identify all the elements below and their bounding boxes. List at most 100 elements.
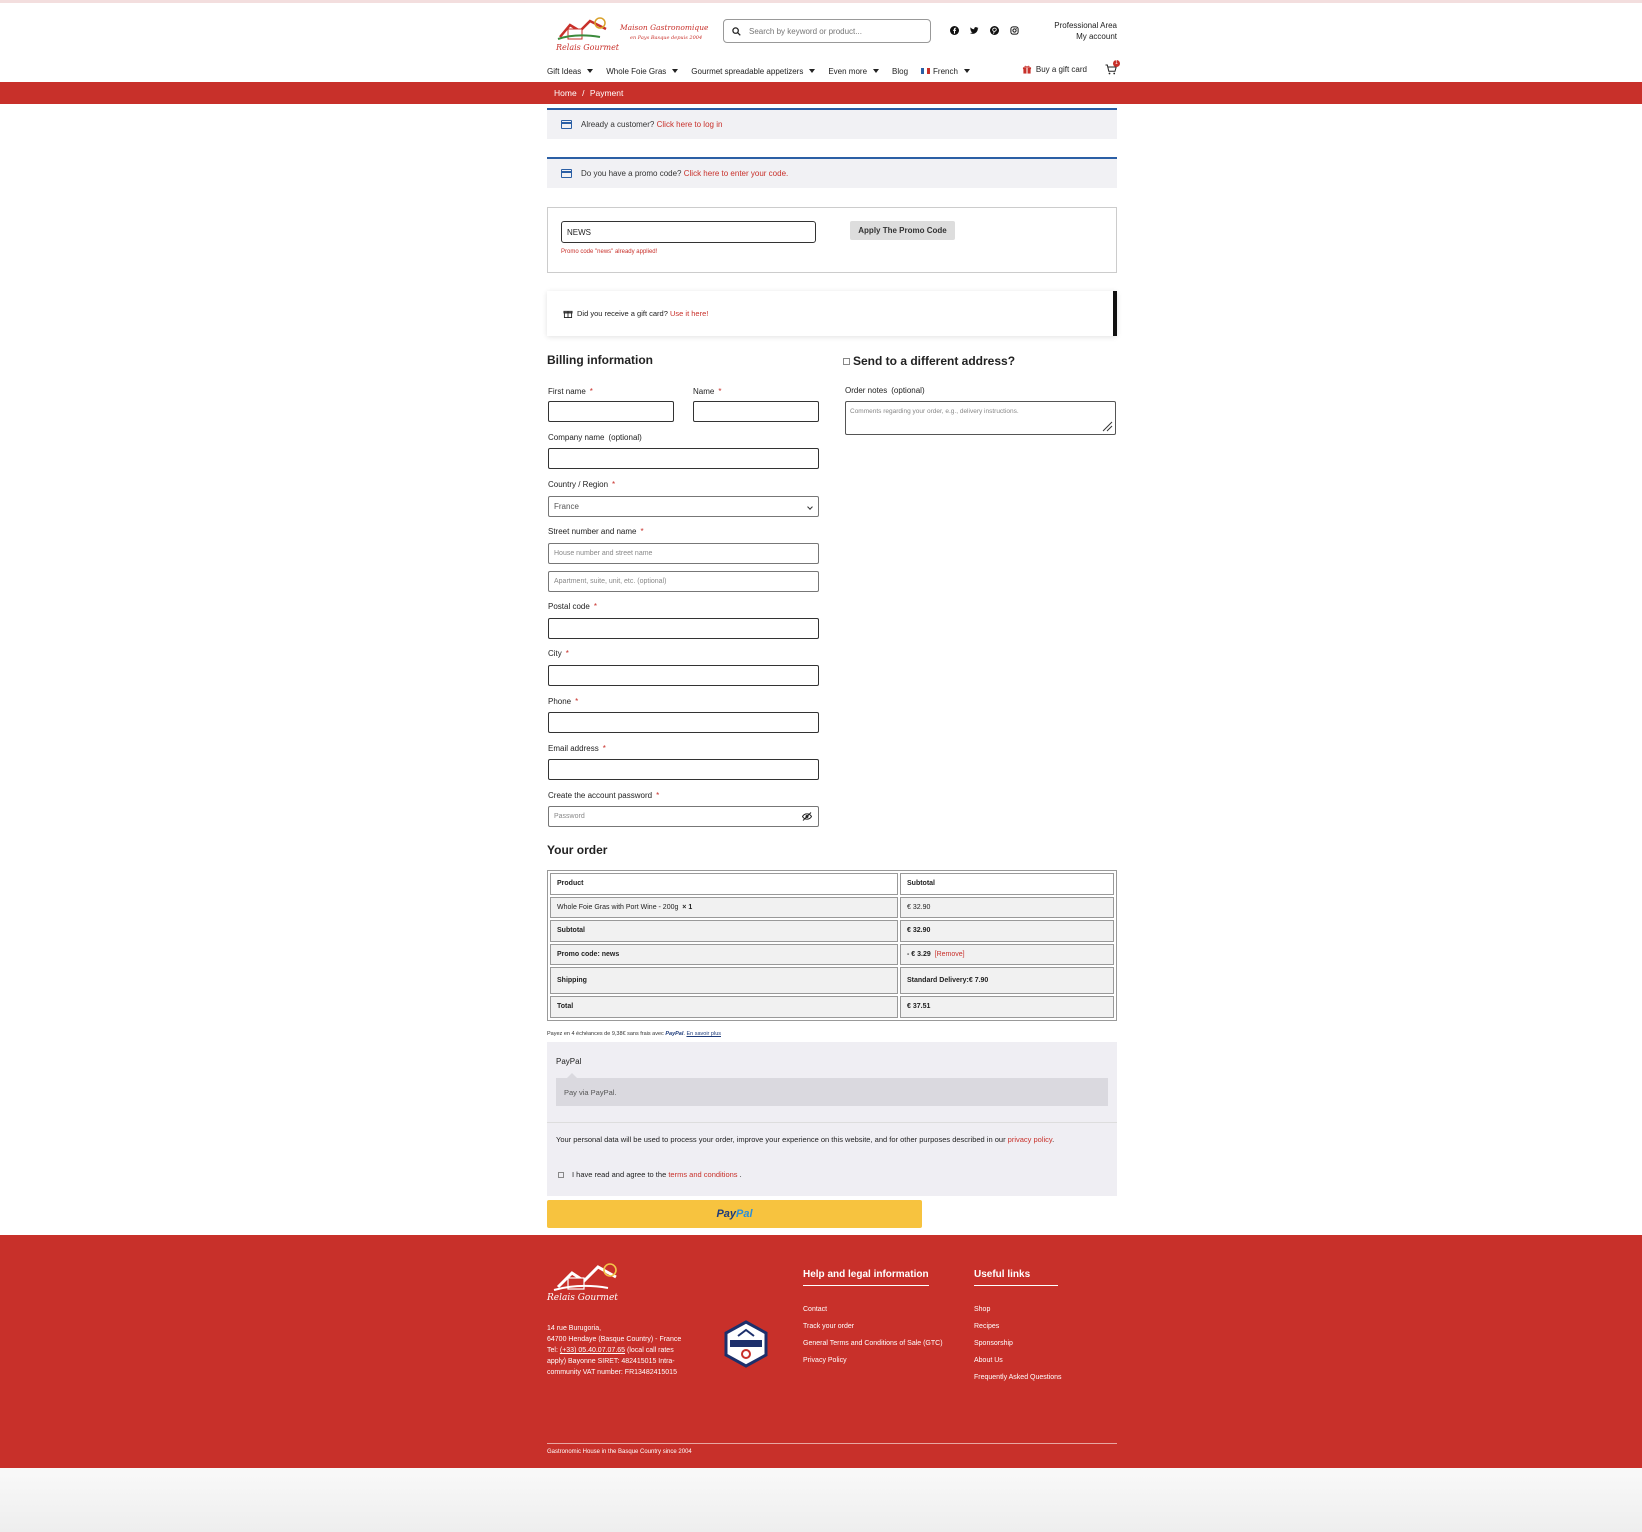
first-name-input[interactable]: [548, 401, 674, 422]
main-nav: Gift Ideas Whole Foie Gras Gourmet sprea…: [547, 60, 1120, 78]
company-input[interactable]: [548, 448, 819, 469]
paypal-button-pay: Pay: [716, 1208, 737, 1220]
payment-method-label[interactable]: PayPal: [556, 1057, 581, 1066]
chevron-down-icon: [807, 504, 813, 510]
order-notes-textarea[interactable]: Comments regarding your order, e.g., del…: [845, 401, 1116, 435]
country-select[interactable]: France: [548, 496, 819, 517]
my-account-link[interactable]: My account: [1054, 31, 1117, 42]
payment-method-description: Pay via PayPal.: [556, 1078, 1108, 1106]
facebook-icon[interactable]: [949, 25, 959, 35]
paypal-brand: PayPal: [665, 1031, 684, 1037]
privacy-text: Your personal data will be used to proce…: [556, 1135, 1006, 1144]
login-link[interactable]: Click here to log in: [657, 120, 723, 129]
footer-logo[interactable]: Relais Gourmet: [547, 1261, 627, 1311]
table-row: Total € 37.51: [550, 996, 1114, 1018]
paypal-learn-more-link[interactable]: En savoir plus: [686, 1031, 721, 1037]
nav-item-label: Even more: [828, 66, 868, 76]
table-row: Product Subtotal: [550, 873, 1114, 895]
french-flag-icon: [921, 68, 931, 74]
order-item: Whole Foie Gras with Port Wine - 200g × …: [550, 896, 898, 918]
professional-area-link[interactable]: Professional Area: [1054, 20, 1117, 31]
postal-code-input[interactable]: [548, 618, 819, 639]
site-logo[interactable]: Relais Gourmet Maison Gastronomique en P…: [552, 13, 712, 55]
ship-different-checkbox[interactable]: [843, 357, 850, 365]
promo-notice-text: Do you have a promo code?: [581, 169, 682, 178]
breadcrumb-home[interactable]: Home: [554, 88, 577, 98]
paypal-note-text: Payez en 4 échéances de 9,38€ sans frais…: [547, 1031, 664, 1037]
footer-link-faq[interactable]: Frequently Asked Questions: [974, 1374, 1062, 1381]
email-input[interactable]: [548, 759, 819, 780]
nav-right: Buy a gift card 1: [1022, 60, 1120, 75]
enter-code-link[interactable]: Click here to enter your code.: [684, 169, 789, 178]
total-value: € 37.51: [900, 996, 1114, 1018]
twitter-icon[interactable]: [969, 25, 979, 35]
company-label: Company name (optional): [548, 433, 642, 442]
street2-input[interactable]: Apartment, suite, unit, etc. (optional): [548, 571, 819, 592]
language-label: French: [933, 66, 958, 76]
header-product: Product: [550, 873, 898, 895]
table-row: Promo code: news - € 3.29 [Remove]: [550, 943, 1114, 965]
item-price: € 32.90: [900, 896, 1114, 918]
top-accent-line: [0, 0, 1642, 3]
privacy-end: .: [1052, 1135, 1055, 1144]
pinterest-icon[interactable]: [989, 25, 999, 35]
promo-label: Promo code: news: [550, 943, 898, 965]
footer-link-sponsorship[interactable]: Sponsorship: [974, 1340, 1062, 1347]
window-icon: [561, 120, 572, 129]
buy-gift-card-link[interactable]: Buy a gift card: [1022, 65, 1087, 74]
footer-link-track-order[interactable]: Track your order: [803, 1323, 943, 1330]
promo-code-input[interactable]: NEWS: [561, 221, 816, 243]
nav-item-gift-ideas[interactable]: Gift Ideas: [547, 67, 594, 76]
privacy-policy-link[interactable]: privacy policy: [1008, 1135, 1052, 1144]
login-notice: Already a customer? Click here to log in: [547, 108, 1117, 139]
total-label: Total: [550, 996, 898, 1018]
payment-box: PayPal Pay via PayPal. Your personal dat…: [547, 1042, 1117, 1196]
login-notice-text: Already a customer?: [581, 120, 655, 129]
caret-down-icon: [809, 69, 816, 73]
search-bar[interactable]: [723, 19, 931, 43]
password-input[interactable]: Password: [548, 806, 819, 827]
name-input[interactable]: [693, 401, 819, 422]
city-input[interactable]: [548, 665, 819, 686]
ship-different-address[interactable]: Send to a different address?: [843, 354, 1015, 368]
street-input[interactable]: House number and street name: [548, 543, 819, 564]
terms-link[interactable]: terms and conditions: [668, 1170, 737, 1179]
subtotal-label: Subtotal: [550, 920, 898, 942]
breadcrumb-bar: Home / Payment: [0, 82, 1642, 104]
footer-link-gtc[interactable]: General Terms and Conditions of Sale (GT…: [803, 1340, 943, 1347]
search-input[interactable]: [749, 26, 919, 36]
footer-link-recipes[interactable]: Recipes: [974, 1323, 1062, 1330]
site-footer: Relais Gourmet 14 rue Burugoria, 64700 H…: [0, 1235, 1642, 1468]
tel-link[interactable]: (+33) 05.40.07.07.65: [560, 1347, 625, 1354]
logo-name: Relais Gourmet: [556, 43, 620, 52]
item-qty: × 1: [682, 903, 693, 911]
footer-link-contact[interactable]: Contact: [803, 1306, 943, 1313]
nav-item-whole-foie-gras[interactable]: Whole Foie Gras: [606, 67, 679, 76]
gift-icon: [1022, 65, 1031, 74]
cart-button[interactable]: 1: [1105, 60, 1120, 75]
nav-item-gourmet-appetizers[interactable]: Gourmet spreadable appetizers: [691, 67, 816, 76]
promo-code-form: NEWS Promo code "news" already applied! …: [547, 207, 1117, 273]
terms-checkbox[interactable]: [558, 1171, 564, 1178]
apply-promo-button[interactable]: Apply The Promo Code: [850, 221, 955, 240]
phone-input[interactable]: [548, 712, 819, 733]
shipping-method: Standard Delivery:: [907, 977, 969, 984]
nav-item-blog[interactable]: Blog: [892, 67, 908, 76]
help-title: Help and legal information: [803, 1269, 929, 1286]
footer-link-shop[interactable]: Shop: [974, 1306, 1062, 1313]
footer-link-privacy[interactable]: Privacy Policy: [803, 1357, 943, 1364]
eye-slash-icon[interactable]: [802, 812, 812, 821]
footer-link-about[interactable]: About Us: [974, 1357, 1062, 1364]
language-selector[interactable]: French: [921, 67, 970, 76]
order-title: Your order: [547, 843, 608, 857]
use-gift-card-link[interactable]: Use it here!: [670, 309, 708, 318]
promo-notice: Do you have a promo code? Click here to …: [547, 157, 1117, 188]
remove-promo-link[interactable]: [Remove]: [935, 951, 965, 958]
buy-gift-card-label: Buy a gift card: [1035, 65, 1087, 74]
caret-down-icon: [873, 69, 880, 73]
instagram-icon[interactable]: [1009, 25, 1019, 35]
nav-item-even-more[interactable]: Even more: [828, 66, 880, 76]
paypal-button[interactable]: Pay Pal: [547, 1200, 922, 1228]
resize-handle-icon[interactable]: [1101, 420, 1113, 432]
paypal-installment-note: Payez en 4 échéances de 9,38€ sans frais…: [547, 1031, 721, 1037]
